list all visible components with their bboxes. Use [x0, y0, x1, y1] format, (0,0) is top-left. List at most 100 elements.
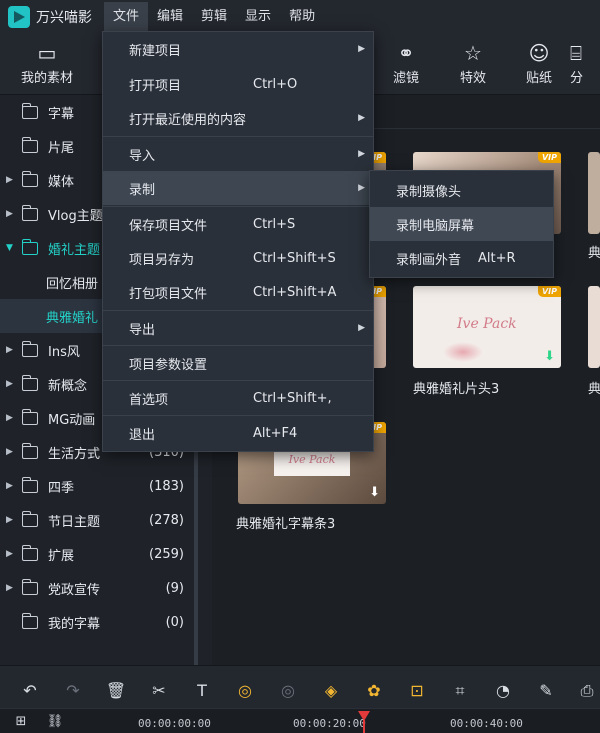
partial-tool-label: 分 — [570, 71, 584, 86]
chevron-right-icon[interactable]: ▶ — [6, 583, 18, 593]
download-icon[interactable]: ⬇ — [544, 349, 555, 364]
menu-item-save-as[interactable]: 项目另存为 Ctrl+Shift+S — [103, 241, 373, 275]
my-assets-button[interactable]: ▭ 我的素材 — [14, 39, 80, 86]
chevron-right-icon[interactable]: ▶ — [6, 209, 18, 219]
sidebar-item-party[interactable]: ▶ 党政宣传 (9) — [0, 571, 198, 605]
undo-icon[interactable]: ↶ — [19, 680, 41, 702]
item-count: (183) — [149, 478, 184, 494]
timecode: 00:00:20:00 — [293, 717, 366, 730]
add-track-icon[interactable]: ⊞ — [10, 711, 32, 733]
link-icon[interactable]: ⛓ — [44, 711, 66, 733]
chevron-right-icon[interactable]: ▶ — [6, 549, 18, 559]
download-icon[interactable]: ⬇ — [369, 485, 380, 500]
sidebar-item-label: 生活方式 — [48, 446, 101, 462]
flower-decoration-icon — [443, 342, 483, 362]
menu-item-record-webcam[interactable]: 录制摄像头 — [370, 173, 553, 207]
menu-item-export[interactable]: 导出 ▶ — [103, 311, 373, 345]
folder-icon — [22, 102, 38, 119]
audio-icon[interactable]: ◎ — [234, 680, 256, 702]
sidebar-item-label: MG动画 — [48, 412, 96, 428]
sidebar-item-label: 典雅婚礼 — [46, 310, 99, 326]
menu-item-exit[interactable]: 退出 Alt+F4 — [103, 416, 373, 450]
vip-badge: VIP — [537, 152, 561, 163]
sidebar-item-label: 新概念 — [48, 378, 88, 394]
delete-icon[interactable]: 🗑 — [105, 680, 127, 702]
menu-item-shortcut: Alt+F4 — [253, 425, 298, 441]
menu-file[interactable]: 文件 — [104, 1, 149, 32]
timeline-ruler[interactable]: ⊞ ⛓ 00:00:00:00 00:00:20:00 00:00:40:00 — [0, 708, 600, 733]
speedometer-icon[interactable]: ◔ — [492, 680, 514, 702]
menu-item-shortcut: Ctrl+Shift+A — [253, 284, 337, 300]
menu-item-label: 保存项目文件 — [129, 218, 208, 234]
sidebar-item-label: 我的字幕 — [48, 616, 101, 632]
item-count: (278) — [149, 512, 184, 528]
chevron-down-icon[interactable]: ▼ — [6, 243, 18, 253]
menu-item-open-project[interactable]: 打开项目 Ctrl+O — [103, 67, 373, 101]
menu-item-record-screen[interactable]: 录制电脑屏幕 — [370, 207, 553, 241]
text-icon[interactable]: T — [191, 680, 213, 702]
menu-item-shortcut: Alt+R — [478, 250, 516, 266]
sidebar-item-label: 片尾 — [48, 140, 75, 156]
sidebar-item-holidays[interactable]: ▶ 节日主题 (278) — [0, 503, 198, 537]
timecode: 00:00:40:00 — [450, 717, 523, 730]
menu-item-import[interactable]: 导入 ▶ — [103, 137, 373, 171]
chevron-right-icon[interactable]: ▶ — [6, 379, 18, 389]
menu-item-shortcut: Ctrl+Shift+S — [253, 250, 336, 266]
menu-item-record[interactable]: 录制 ▶ — [103, 171, 373, 205]
sidebar-item-label: 字幕 — [48, 106, 75, 122]
asset-thumbnail[interactable] — [588, 286, 600, 368]
stickers-button[interactable]: ☺ 贴纸 — [506, 39, 572, 86]
chevron-right-icon[interactable]: ▶ — [6, 413, 18, 423]
vip-badge: VIP — [537, 286, 561, 297]
app-logo-icon — [8, 5, 30, 28]
redo-icon[interactable]: ↷ — [62, 680, 84, 702]
color-palette-icon[interactable]: ✿ — [363, 680, 385, 702]
folder-icon — [22, 544, 38, 561]
filters-label: 滤镜 — [392, 71, 419, 86]
menu-item-record-voiceover[interactable]: 录制画外音 Alt+R — [370, 241, 553, 275]
asset-thumbnail[interactable] — [588, 152, 600, 234]
filter-circles-icon: ⚭ — [397, 41, 415, 65]
menu-help[interactable]: 帮助 — [280, 2, 324, 32]
eyedropper-icon[interactable]: ✎ — [535, 680, 557, 702]
sidebar-item-seasons[interactable]: ▶ 四季 (183) — [0, 469, 198, 503]
asset-thumbnail[interactable]: VIP Ive Pack ⬇ — [413, 286, 561, 368]
menu-item-open-recent[interactable]: 打开最近使用的内容 ▶ — [103, 101, 373, 135]
crop-frame-icon[interactable]: ⊡ — [406, 680, 428, 702]
keyframe-icon[interactable]: ◈ — [320, 680, 342, 702]
menu-item-pack-project[interactable]: 打包项目文件 Ctrl+Shift+A — [103, 275, 373, 309]
menu-view[interactable]: 显示 — [236, 2, 280, 32]
menu-item-label: 打开最近使用的内容 — [129, 112, 247, 128]
effects-button[interactable]: ☆ 特效 — [440, 39, 506, 86]
chevron-right-icon[interactable]: ▶ — [6, 175, 18, 185]
sidebar-item-extensions[interactable]: ▶ 扩展 (259) — [0, 537, 198, 571]
folder-icon — [22, 170, 38, 187]
menu-edit[interactable]: 编辑 — [148, 2, 192, 32]
menu-item-preferences[interactable]: 首选项 Ctrl+Shift+, — [103, 381, 373, 415]
menu-item-save-project[interactable]: 保存项目文件 Ctrl+S — [103, 207, 373, 241]
thumb-title: Ive Pack — [457, 316, 517, 332]
menu-item-shortcut: Ctrl+S — [253, 216, 296, 232]
export-screen-icon[interactable]: ⎙ — [576, 680, 598, 702]
chevron-right-icon[interactable]: ▶ — [6, 515, 18, 525]
sidebar-item-my-subtitles[interactable]: 我的字幕 (0) — [0, 605, 198, 639]
app-title: 万兴喵影 — [36, 9, 92, 26]
playhead[interactable] — [358, 708, 370, 733]
scissors-icon[interactable]: ✂ — [148, 680, 170, 702]
chevron-right-icon[interactable]: ▶ — [6, 481, 18, 491]
chevron-right-icon[interactable]: ▶ — [6, 447, 18, 457]
partial-tool-button[interactable]: ⌸ 分 — [570, 39, 600, 86]
menu-item-label: 项目参数设置 — [129, 357, 208, 373]
menu-clip[interactable]: 剪辑 — [192, 2, 236, 32]
menu-item-new-project[interactable]: 新建项目 ▶ — [103, 32, 373, 66]
record-submenu: 录制摄像头 录制电脑屏幕 录制画外音 Alt+R — [369, 170, 554, 278]
crop-icon[interactable]: ⌗ — [449, 680, 471, 702]
speed-icon[interactable]: ◎ — [277, 680, 299, 702]
menu-item-project-settings[interactable]: 项目参数设置 — [103, 346, 373, 380]
menu-item-label: 导入 — [129, 148, 156, 164]
asset-label: 典雅婚礼片头3 — [413, 382, 500, 397]
folder-icon — [22, 136, 38, 153]
folder-icon — [22, 374, 38, 391]
filters-button[interactable]: ⚭ 滤镜 — [373, 39, 439, 86]
chevron-right-icon[interactable]: ▶ — [6, 345, 18, 355]
